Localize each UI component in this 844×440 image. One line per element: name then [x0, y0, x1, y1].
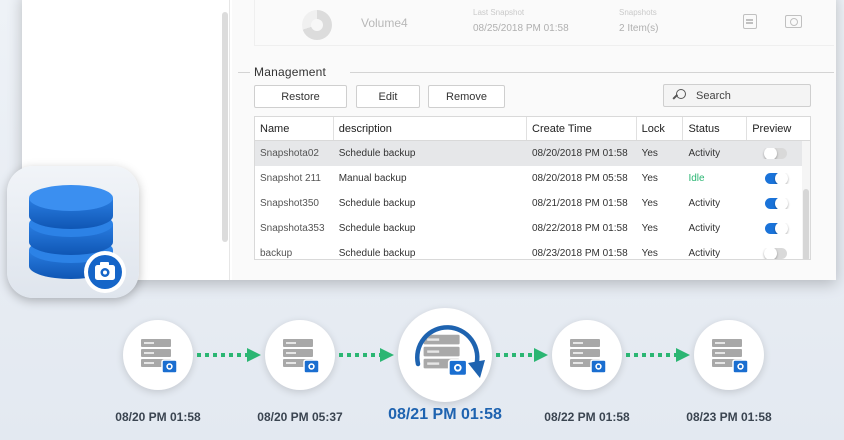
volume-name: Volume4 — [361, 16, 408, 30]
preview-toggle[interactable] — [765, 173, 789, 184]
timeline-label: 08/20 PM 01:58 — [115, 410, 201, 424]
search-input[interactable]: Search — [663, 84, 811, 107]
toggle-knob — [775, 223, 789, 234]
preview-cell — [747, 248, 810, 259]
section-divider — [238, 72, 250, 73]
volume-last-snapshot-label: Last Snapshot — [473, 8, 525, 17]
timeline-node[interactable] — [694, 320, 764, 390]
preview-toggle[interactable] — [765, 198, 789, 209]
snapshot-status: Idle — [688, 173, 705, 184]
camera-icon[interactable] — [785, 15, 802, 28]
snapshot-lock: Yes — [641, 148, 658, 159]
dotted-arrow-icon — [496, 348, 548, 362]
timeline-label: 08/20 PM 05:37 — [257, 410, 343, 424]
snapshot-description: Manual backup — [338, 173, 407, 184]
snapshot-create-time: 08/21/2018 PM 01:58 — [532, 198, 628, 209]
snapshot-name: Snapshota353 — [260, 223, 325, 234]
volume-row[interactable]: Volume4 Last Snapshot 08/25/2018 PM 01:5… — [254, 0, 834, 46]
preview-cell — [747, 223, 810, 234]
preview-toggle[interactable] — [764, 148, 788, 159]
server-camera-icon — [283, 339, 320, 374]
snapshot-name: Snapshot350 — [260, 198, 319, 209]
toggle-knob — [775, 198, 789, 209]
snapshot-lock: Yes — [641, 223, 658, 234]
snapshot-lock: Yes — [641, 248, 658, 259]
dotted-arrow-icon — [197, 348, 261, 362]
column-header-description[interactable]: description — [334, 117, 527, 140]
toggle-knob — [764, 148, 778, 159]
snapshot-name: Snapshota02 — [260, 148, 319, 159]
right-panel: Volume4 Last Snapshot 08/25/2018 PM 01:5… — [232, 0, 836, 280]
toggle-knob — [764, 248, 778, 259]
snapshot-description: Schedule backup — [338, 148, 416, 159]
preview-cell — [747, 148, 810, 159]
snapshot-create-time: 08/20/2018 PM 05:58 — [532, 173, 628, 184]
table-row[interactable]: Snapshot350 Schedule backup 08/21/2018 PM … — [255, 191, 810, 216]
column-header-create-time[interactable]: Create Time — [527, 117, 637, 140]
search-placeholder: Search — [696, 89, 731, 102]
preview-toggle[interactable] — [765, 223, 789, 234]
left-panel-scrollbar[interactable] — [222, 12, 228, 242]
snapshot-manager-window: Volume4 Last Snapshot 08/25/2018 PM 01:5… — [22, 0, 836, 280]
snapshot-table: Name description Create Time Lock Status… — [254, 116, 811, 260]
timeline-node[interactable] — [552, 320, 622, 390]
snapshot-lock: Yes — [641, 173, 658, 184]
table-scrollbar[interactable] — [802, 141, 810, 259]
timeline-label: 08/23 PM 01:58 — [686, 410, 772, 424]
snapshot-description: Schedule backup — [338, 223, 416, 234]
volume-snapshot-count: 2 Item(s) — [619, 23, 659, 34]
table-header: Name description Create Time Lock Status… — [255, 117, 810, 141]
timeline-label: 08/21 PM 01:58 — [388, 406, 502, 423]
server-camera-icon — [141, 339, 178, 374]
dotted-arrow-icon — [339, 348, 394, 362]
snapshot-name: backup — [260, 248, 293, 259]
table-row[interactable]: Snapshot 211 Manual backup 08/20/2018 PM 0… — [255, 166, 810, 191]
server-camera-icon — [570, 339, 607, 374]
column-header-name[interactable]: Name — [255, 117, 334, 140]
section-divider — [350, 72, 834, 73]
snapshot-lock: Yes — [641, 198, 658, 209]
volume-snapshot-count-label: Snapshots — [619, 8, 657, 17]
snapshot-create-time: 08/20/2018 PM 01:58 — [532, 148, 628, 159]
snapshot-description: Schedule backup — [338, 198, 416, 209]
volume-usage-icon — [302, 10, 332, 40]
table-body: Snapshota02 Schedule backup 08/20/2018 PM … — [255, 141, 810, 259]
timeline-node[interactable] — [123, 320, 193, 390]
snapshot-status: Activity — [688, 148, 721, 159]
preview-cell — [747, 173, 810, 184]
snapshot-status: Activity — [688, 223, 721, 234]
snapshot-create-time: 08/23/2018 PM 01:58 — [532, 248, 628, 259]
database-camera-icon — [29, 185, 126, 293]
restore-button[interactable]: Restore — [254, 85, 347, 108]
table-row[interactable]: backup Schedule backup 08/23/2018 PM 01:58… — [255, 241, 810, 259]
refresh-arc-icon — [415, 325, 485, 378]
edit-button[interactable]: Edit — [356, 85, 420, 108]
timeline-node[interactable] — [265, 320, 335, 390]
server-camera-icon — [712, 339, 749, 374]
volume-last-snapshot-date: 08/25/2018 PM 01:58 — [473, 23, 569, 34]
snapshot-app-icon — [7, 166, 139, 298]
snapshot-create-time: 08/22/2018 PM 01:58 — [532, 223, 628, 234]
table-row[interactable]: Snapshota02 Schedule backup 08/20/2018 PM … — [255, 141, 810, 166]
snapshot-name: Snapshot 211 — [260, 173, 321, 184]
snapshot-status: Activity — [688, 198, 721, 209]
search-icon — [673, 88, 687, 103]
preview-cell — [747, 198, 810, 209]
document-icon[interactable] — [743, 14, 757, 29]
preview-toggle[interactable] — [764, 248, 788, 259]
dotted-arrow-icon — [626, 348, 690, 362]
table-row[interactable]: Snapshota353 Schedule backup 08/22/2018 PM… — [255, 216, 810, 241]
column-header-status[interactable]: Status — [683, 117, 748, 140]
column-header-lock[interactable]: Lock — [637, 117, 684, 140]
column-header-preview[interactable]: Preview — [747, 117, 810, 140]
snapshot-description: Schedule backup — [338, 248, 416, 259]
management-title: Management — [254, 65, 327, 79]
timeline-node-active[interactable] — [398, 308, 492, 402]
remove-button[interactable]: Remove — [428, 85, 505, 108]
toggle-knob — [775, 173, 789, 184]
timeline-label: 08/22 PM 01:58 — [544, 410, 630, 424]
snapshot-status: Activity — [688, 248, 721, 259]
